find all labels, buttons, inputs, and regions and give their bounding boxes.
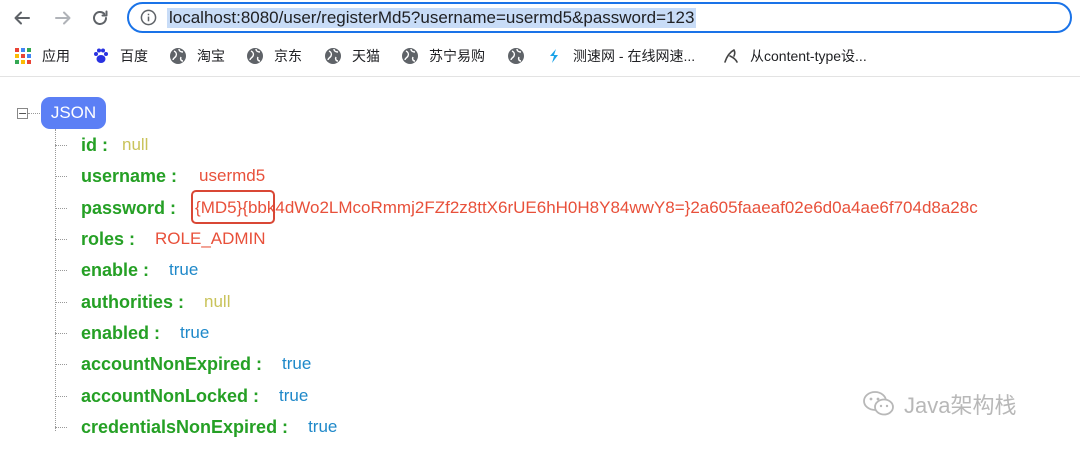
json-field-roles: roles : ROLE_ADMIN — [55, 227, 266, 251]
field-key: password : — [81, 197, 177, 218]
field-key: accountNonExpired : — [81, 353, 263, 374]
back-button[interactable] — [9, 6, 35, 30]
bookmark-label: 应用 — [42, 48, 70, 64]
bookmark-unnamed[interactable] — [507, 45, 535, 67]
bookmark-taobao[interactable]: 淘宝 — [169, 45, 225, 67]
json-field-enabled: enabled : true — [55, 321, 209, 345]
field-value: true — [279, 386, 309, 405]
json-field-authorities: authorities : null — [55, 290, 230, 314]
tree-connector — [28, 113, 40, 114]
json-field-enable: enable : true — [55, 258, 198, 282]
bookmarks-bar: 应用 百度 淘宝 京东 天猫 苏宁易购 测速网 - 在线网速... 从conte… — [0, 36, 1080, 77]
json-field-accountnonexpired: accountNonExpired : true — [55, 352, 311, 376]
field-value: true — [308, 417, 338, 436]
page-icon — [722, 47, 740, 65]
bookmark-label: 京东 — [274, 48, 302, 64]
bookmark-label: 百度 — [120, 48, 148, 64]
bookmark-jd[interactable]: 京东 — [246, 45, 302, 67]
field-value: ROLE_ADMIN — [155, 229, 266, 248]
bookmark-tmall[interactable]: 天猫 — [324, 45, 380, 67]
field-value: usermd5 — [199, 166, 266, 185]
watermark: Java架构栈 — [862, 389, 1016, 419]
field-value: true — [180, 323, 210, 342]
speedtest-icon — [545, 47, 563, 65]
field-key: enabled : — [81, 322, 161, 343]
bookmark-label: 淘宝 — [197, 48, 225, 64]
field-value: true — [282, 354, 312, 373]
globe-icon — [169, 47, 187, 65]
globe-icon — [246, 47, 264, 65]
field-key: authorities : — [81, 291, 185, 312]
wechat-icon — [863, 391, 894, 416]
globe-icon — [401, 47, 419, 65]
field-key: id : — [81, 134, 108, 155]
address-url[interactable]: localhost:8080/user/registerMd5?username… — [167, 8, 697, 28]
apps-grid-icon — [14, 47, 32, 65]
field-value: true — [169, 260, 199, 279]
bookmark-content-type[interactable]: 从content-type设... — [722, 45, 867, 67]
info-icon[interactable] — [140, 9, 157, 26]
bookmark-label: 天猫 — [352, 48, 380, 64]
bookmark-label: 测速网 - 在线网速... — [573, 48, 696, 64]
forward-button[interactable] — [50, 6, 76, 30]
bookmark-label: 苏宁易购 — [429, 48, 485, 64]
bookmark-baidu[interactable]: 百度 — [92, 45, 148, 67]
bookmark-apps[interactable]: 应用 — [14, 45, 70, 67]
browser-toolbar: localhost:8080/user/registerMd5?username… — [0, 0, 1080, 36]
back-arrow-icon — [14, 11, 30, 25]
json-field-credentialsnonexpired: credentialsNonExpired : true — [55, 415, 337, 439]
globe-icon — [324, 47, 342, 65]
bookmark-speedtest[interactable]: 测速网 - 在线网速... — [545, 45, 695, 67]
address-bar[interactable]: localhost:8080/user/registerMd5?username… — [127, 2, 1072, 33]
reload-button[interactable] — [87, 6, 113, 30]
reload-icon — [93, 10, 108, 25]
json-field-username: username : usermd5 — [55, 164, 265, 188]
field-value: null — [204, 292, 231, 311]
field-key: enable : — [81, 259, 150, 280]
field-key: accountNonLocked : — [81, 385, 260, 406]
bookmark-suning[interactable]: 苏宁易购 — [401, 45, 485, 67]
field-value: {MD5}{bbk4dWo2LMcoRmmj2FZf2z8ttX6rUE6hH0… — [195, 198, 978, 217]
forward-arrow-icon — [55, 11, 71, 25]
field-key: credentialsNonExpired : — [81, 416, 289, 437]
collapse-toggle[interactable]: − — [17, 108, 28, 119]
json-root-badge[interactable]: JSON — [41, 97, 106, 129]
md5-prefix-highlight — [191, 190, 275, 224]
globe-icon — [507, 47, 525, 65]
json-field-id: id : null — [55, 133, 148, 157]
field-value: null — [122, 135, 149, 154]
baidu-paw-icon — [92, 47, 110, 65]
json-field-accountnonlocked: accountNonLocked : true — [55, 384, 308, 408]
bookmark-label: 从content-type设... — [750, 48, 867, 64]
watermark-text: Java架构栈 — [904, 393, 1017, 418]
field-key: username : — [81, 165, 178, 186]
field-key: roles : — [81, 228, 136, 249]
